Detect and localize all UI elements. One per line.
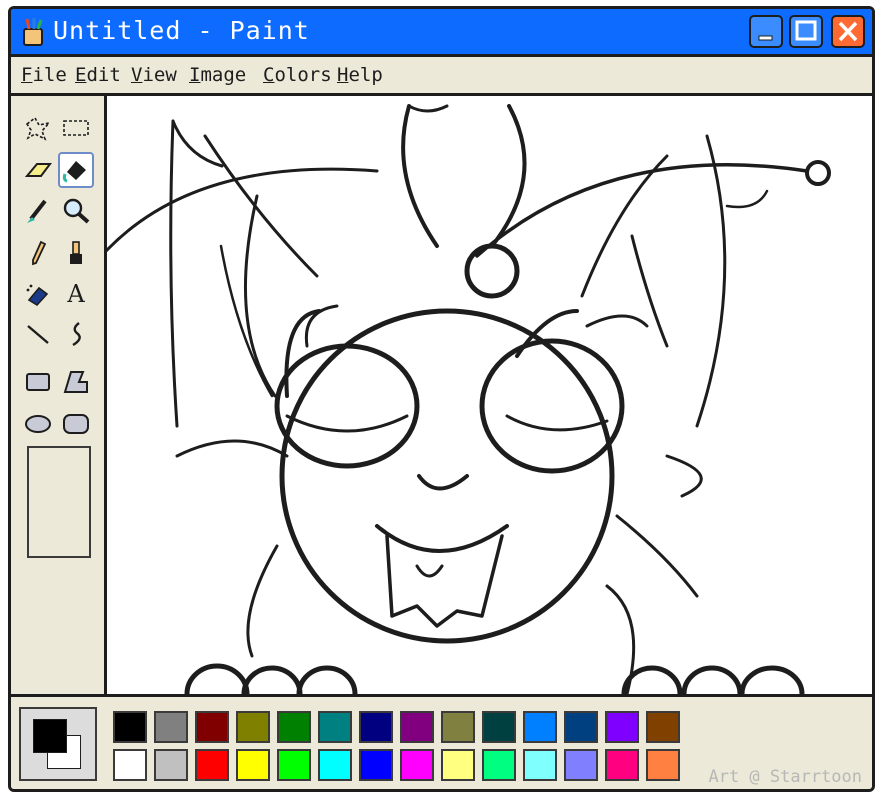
palette-swatch[interactable] [154, 711, 188, 743]
palette-swatch[interactable] [482, 749, 516, 781]
ellipse-tool[interactable] [20, 406, 56, 442]
free-form-select-icon [25, 116, 52, 141]
polygon-tool[interactable] [58, 364, 94, 400]
palette-swatch[interactable] [277, 749, 311, 781]
palette-swatch[interactable] [646, 711, 680, 743]
ellipse-icon [25, 415, 51, 433]
toolbox: A [11, 96, 107, 694]
palette-swatch[interactable] [646, 749, 680, 781]
eraser-icon [24, 163, 52, 177]
line-icon [27, 325, 49, 344]
rectangle-icon [26, 373, 50, 391]
palette-swatch[interactable] [564, 711, 598, 743]
rounded-rectangle-icon [63, 414, 89, 434]
palette-swatch[interactable] [113, 749, 147, 781]
palette-swatch[interactable] [195, 749, 229, 781]
palette-swatch[interactable] [359, 749, 393, 781]
curve-tool[interactable] [58, 316, 94, 352]
drawing-canvas[interactable] [95, 96, 872, 725]
menu-file[interactable]: File [21, 64, 67, 86]
paint-brushes-icon [21, 17, 47, 47]
airbrush-tool[interactable] [20, 276, 56, 312]
brush-tool[interactable] [58, 235, 94, 271]
palette-swatch[interactable] [441, 711, 475, 743]
pencil-tool[interactable] [20, 235, 56, 271]
art-credit: Art @ Starrtoon [708, 767, 862, 787]
palette-swatch[interactable] [564, 749, 598, 781]
color-picker-tool[interactable] [20, 193, 56, 229]
paint-window: Untitled - Paint File Edit View Image Co… [8, 6, 875, 792]
current-colors-box[interactable] [19, 707, 97, 781]
close-button[interactable] [831, 15, 865, 48]
palette-swatch[interactable] [359, 711, 393, 743]
title-bar[interactable]: Untitled - Paint [11, 9, 872, 57]
window-title: Untitled - Paint [53, 16, 310, 45]
palette-swatch[interactable] [605, 711, 639, 743]
palette-swatch[interactable] [441, 749, 475, 781]
fill-bucket-tool[interactable] [58, 152, 94, 188]
minimize-icon [758, 35, 773, 41]
fill-bucket-icon [62, 161, 86, 183]
magnifier-tool[interactable] [58, 193, 94, 229]
rectangle-tool[interactable] [20, 364, 56, 400]
menu-colors[interactable]: Colors [263, 64, 332, 86]
palette-swatch[interactable] [400, 749, 434, 781]
menu-image[interactable]: Image [189, 64, 246, 86]
polygon-icon [63, 371, 88, 393]
magnifier-icon [63, 198, 90, 224]
tool-options-box[interactable] [27, 446, 91, 558]
eraser-tool[interactable] [20, 152, 56, 188]
palette-swatch[interactable] [277, 711, 311, 743]
color-palette: Art @ Starrtoon [11, 694, 872, 789]
line-tool[interactable] [20, 316, 56, 352]
color-picker-icon [27, 199, 47, 223]
free-form-select-tool[interactable] [20, 110, 56, 146]
palette-swatch[interactable] [195, 711, 229, 743]
maximize-icon [795, 20, 817, 41]
palette-swatch[interactable] [318, 711, 352, 743]
palette-swatch[interactable] [523, 711, 557, 743]
character-sketch [95, 104, 831, 725]
palette-swatch[interactable] [154, 749, 188, 781]
menu-help[interactable]: Help [337, 64, 383, 86]
pencil-icon [32, 240, 47, 266]
palette-swatch[interactable] [605, 749, 639, 781]
palette-swatch[interactable] [113, 711, 147, 743]
menu-bar: File Edit View Image Colors Help [11, 57, 872, 96]
palette-swatch[interactable] [236, 711, 270, 743]
close-icon [838, 21, 858, 42]
text-icon: A [67, 280, 85, 308]
palette-swatch[interactable] [400, 711, 434, 743]
airbrush-icon [26, 284, 49, 307]
foreground-color-swatch[interactable] [33, 719, 67, 753]
maximize-button[interactable] [789, 15, 823, 48]
palette-swatch[interactable] [482, 711, 516, 743]
rectangle-select-tool[interactable] [58, 110, 94, 146]
menu-view[interactable]: View [131, 64, 177, 86]
minimize-button[interactable] [749, 15, 783, 48]
menu-edit[interactable]: Edit [75, 64, 121, 86]
palette-swatch[interactable] [523, 749, 557, 781]
rectangle-select-icon [63, 120, 89, 136]
brush-icon [70, 241, 82, 264]
palette-swatch[interactable] [318, 749, 352, 781]
curve-icon [72, 322, 81, 347]
text-tool[interactable]: A [58, 276, 94, 312]
rounded-rectangle-tool[interactable] [58, 406, 94, 442]
palette-swatch[interactable] [236, 749, 270, 781]
